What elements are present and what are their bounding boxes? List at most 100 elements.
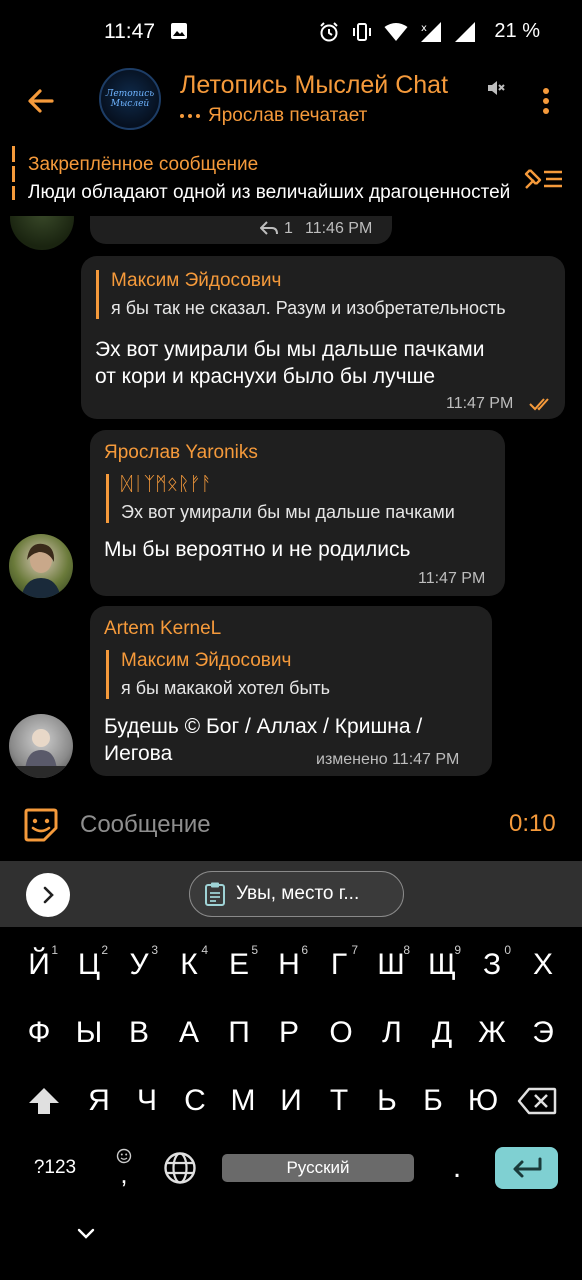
- shift-icon: [29, 1088, 59, 1114]
- key-row3-7[interactable]: Ь: [362, 1071, 412, 1131]
- shift-key[interactable]: [19, 1071, 69, 1131]
- key-row3-6[interactable]: Т: [314, 1071, 364, 1131]
- key-row3-2[interactable]: Ч: [122, 1071, 172, 1131]
- typing-text: Ярослав печатает: [208, 105, 368, 126]
- key-label: Н: [278, 948, 300, 981]
- emoji-comma-key[interactable]: ,: [99, 1138, 149, 1198]
- hide-keyboard-button[interactable]: [76, 1227, 96, 1246]
- back-button[interactable]: [24, 84, 58, 118]
- key-hint: 0: [504, 943, 511, 957]
- pinned-indicator: [12, 146, 15, 200]
- group-avatar[interactable]: Летопись Мыслей: [99, 68, 161, 130]
- keyboard-menu-button[interactable]: [26, 873, 70, 917]
- wifi-icon: [384, 22, 408, 42]
- battery-level: 21 %: [494, 20, 540, 42]
- pinned-message-bar[interactable]: Закреплённое сообщение Люди обладают одн…: [0, 140, 582, 216]
- key-row2-9[interactable]: Д: [417, 1003, 467, 1063]
- message-text: Мы бы вероятно и не родились: [104, 538, 411, 561]
- chevron-right-icon: [43, 886, 54, 904]
- key-label: П: [228, 1016, 250, 1049]
- more-menu-button[interactable]: [536, 86, 556, 116]
- key-row2-8[interactable]: Л: [367, 1003, 417, 1063]
- key-label: Ы: [75, 1016, 103, 1049]
- key-5[interactable]: Е5: [214, 935, 264, 995]
- key-4[interactable]: К4: [164, 935, 214, 995]
- enter-key[interactable]: [495, 1147, 558, 1189]
- avatar[interactable]: [9, 534, 73, 598]
- pinned-title: Закреплённое сообщение: [28, 154, 259, 175]
- key-row2-10[interactable]: Ж: [467, 1003, 517, 1063]
- key-row2-7[interactable]: О: [316, 1003, 366, 1063]
- key-row3-5[interactable]: И: [266, 1071, 316, 1131]
- message-bubble[interactable]: Artem KerneL Максим Эйдосович я бы макак…: [90, 606, 492, 776]
- signal-x-icon: x: [420, 21, 442, 43]
- pinned-text: Люди обладают одной из величайших драгоц…: [28, 182, 511, 203]
- sender-name[interactable]: Artem KerneL: [104, 618, 221, 640]
- key-row2-5[interactable]: П: [214, 1003, 264, 1063]
- message-time-edited: изменено 11:47 PM: [316, 751, 460, 768]
- key-hint: 4: [201, 943, 208, 957]
- key-row3-4[interactable]: М: [218, 1071, 268, 1131]
- reply-quote[interactable]: Максим Эйдосович я бы так не сказал. Раз…: [96, 270, 551, 319]
- key-label: М: [230, 1084, 256, 1117]
- key-7[interactable]: Г7: [314, 935, 364, 995]
- key-3[interactable]: У3: [114, 935, 164, 995]
- pinned-list-button[interactable]: [522, 164, 564, 199]
- backspace-icon: [517, 1087, 557, 1115]
- status-time: 11:47: [104, 20, 155, 43]
- backspace-key[interactable]: [512, 1071, 562, 1131]
- key-hint: 3: [151, 943, 158, 957]
- language-key[interactable]: [155, 1138, 205, 1198]
- message-input[interactable]: [80, 808, 460, 842]
- key-row3-1[interactable]: Я: [74, 1071, 124, 1131]
- key-label: В: [128, 1016, 149, 1049]
- reply-quote[interactable]: ᛞᛁᛉᛗᛟᚱᚠᚨ Эх вот умирали бы мы дальше пач…: [106, 474, 491, 523]
- clipboard-icon: [205, 882, 225, 906]
- key-row2-2[interactable]: Ы: [64, 1003, 114, 1063]
- key-label: И: [280, 1084, 302, 1117]
- clipboard-text: Увы, место г...: [236, 883, 360, 904]
- muted-icon: [486, 78, 506, 103]
- emoji-button[interactable]: [22, 806, 60, 849]
- sender-name[interactable]: Ярослав Yaroniks: [104, 442, 258, 464]
- key-label: О: [329, 1016, 353, 1049]
- reply-text: я бы так не сказал. Разум и изобретатель…: [111, 298, 506, 318]
- key-row3-3[interactable]: С: [170, 1071, 220, 1131]
- key-1[interactable]: Й1: [14, 935, 64, 995]
- image-icon: [170, 22, 188, 40]
- typing-dots-icon: [180, 114, 200, 118]
- key-row2-3[interactable]: В: [114, 1003, 164, 1063]
- message-time: 11:47 PM: [446, 395, 514, 412]
- globe-icon: [164, 1152, 196, 1184]
- reply-quote[interactable]: Максим Эйдосович я бы макакой хотел быть: [106, 650, 478, 699]
- sticker-smile-icon: [24, 808, 58, 842]
- key-row2-1[interactable]: Ф: [14, 1003, 64, 1063]
- key-6[interactable]: Н6: [264, 935, 314, 995]
- key-2[interactable]: Ц2: [64, 935, 114, 995]
- avatar[interactable]: [9, 714, 73, 778]
- message-bubble-outgoing[interactable]: Максим Эйдосович я бы так не сказал. Раз…: [81, 256, 565, 419]
- chat-title[interactable]: Летопись Мыслей Chat: [180, 71, 448, 100]
- key-row2-11[interactable]: Э: [518, 1003, 568, 1063]
- clipboard-suggestion-chip[interactable]: Увы, место г...: [189, 871, 404, 917]
- period-key[interactable]: .: [432, 1138, 482, 1198]
- key-row3-8[interactable]: Б: [408, 1071, 458, 1131]
- key-label: У: [129, 948, 149, 981]
- key-hint: 8: [403, 943, 410, 957]
- key-11[interactable]: Х: [518, 935, 568, 995]
- read-double-check-icon: [529, 396, 555, 417]
- key-9[interactable]: Щ9: [417, 935, 467, 995]
- message-time: 11:46 PM: [305, 220, 373, 237]
- reply-count[interactable]: 1: [284, 220, 293, 238]
- key-10[interactable]: З0: [467, 935, 517, 995]
- group-avatar-logo-text: Летопись Мыслей: [105, 89, 155, 109]
- key-8[interactable]: Ш8: [366, 935, 416, 995]
- space-key[interactable]: Русский: [222, 1154, 414, 1182]
- key-row3-9[interactable]: Ю: [458, 1071, 508, 1131]
- reply-count-icon: [259, 220, 278, 241]
- key-row2-4[interactable]: А: [164, 1003, 214, 1063]
- reply-author: ᛞᛁᛉᛗᛟᚱᚠᚨ: [121, 474, 213, 495]
- key-row2-6[interactable]: Р: [264, 1003, 314, 1063]
- message-bubble[interactable]: Ярослав Yaroniks ᛞᛁᛉᛗᛟᚱᚠᚨ Эх вот умирали…: [90, 430, 505, 596]
- symbols-key[interactable]: ?123: [30, 1138, 80, 1198]
